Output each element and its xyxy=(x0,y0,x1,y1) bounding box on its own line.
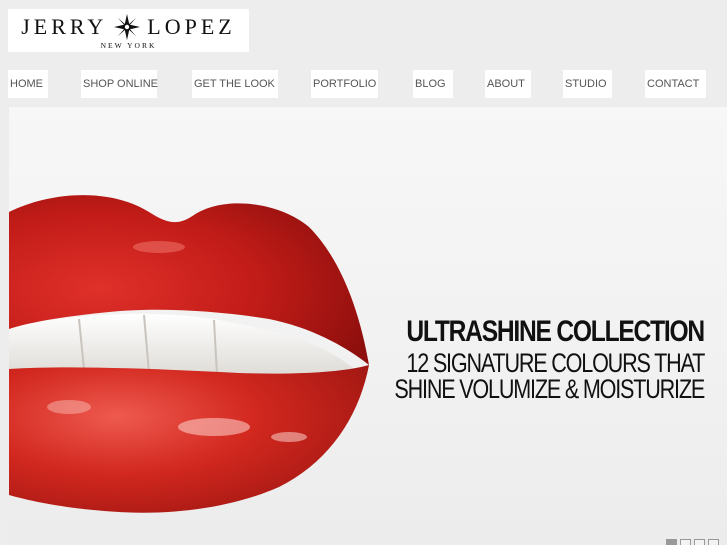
nav-about[interactable]: ABOUT xyxy=(485,70,531,98)
slide-dot[interactable] xyxy=(666,539,677,545)
logo-tagline: NEW YORK xyxy=(100,41,157,50)
nav-home[interactable]: HOME xyxy=(8,70,48,98)
nav-contact[interactable]: CONTACT xyxy=(645,70,706,98)
slide-pagination xyxy=(666,539,719,545)
hero-title: ULTRASHINE COLLECTION xyxy=(406,315,705,348)
slide-dot[interactable] xyxy=(680,539,691,545)
nav-studio[interactable]: STUDIO xyxy=(563,70,612,98)
logo-name-left: JERRY xyxy=(21,14,108,39)
nav-portfolio[interactable]: PORTFOLIO xyxy=(311,70,378,98)
hero-banner[interactable]: ULTRASHINE COLLECTION 12 SIGNATURE COLOU… xyxy=(9,107,727,545)
nav-get-the-look[interactable]: GET THE LOOK xyxy=(192,70,278,98)
site-logo[interactable]: JERRY LOPEZ NEW YORK xyxy=(8,9,249,52)
logo-name-right: LOPEZ xyxy=(147,14,236,39)
nav-shop-online[interactable]: SHOP ONLINE xyxy=(81,70,158,98)
nav-blog[interactable]: BLOG xyxy=(413,70,453,98)
star-icon xyxy=(114,14,141,40)
hero-subtitle-line2: SHINE VOLUMIZE & MOISTURIZE xyxy=(394,374,705,404)
slide-dot[interactable] xyxy=(694,539,705,545)
logo-wordmark: JERRY LOPEZ xyxy=(8,12,249,42)
slide-dot[interactable] xyxy=(708,539,719,545)
main-nav: HOME SHOP ONLINE GET THE LOOK PORTFOLIO … xyxy=(0,70,727,98)
